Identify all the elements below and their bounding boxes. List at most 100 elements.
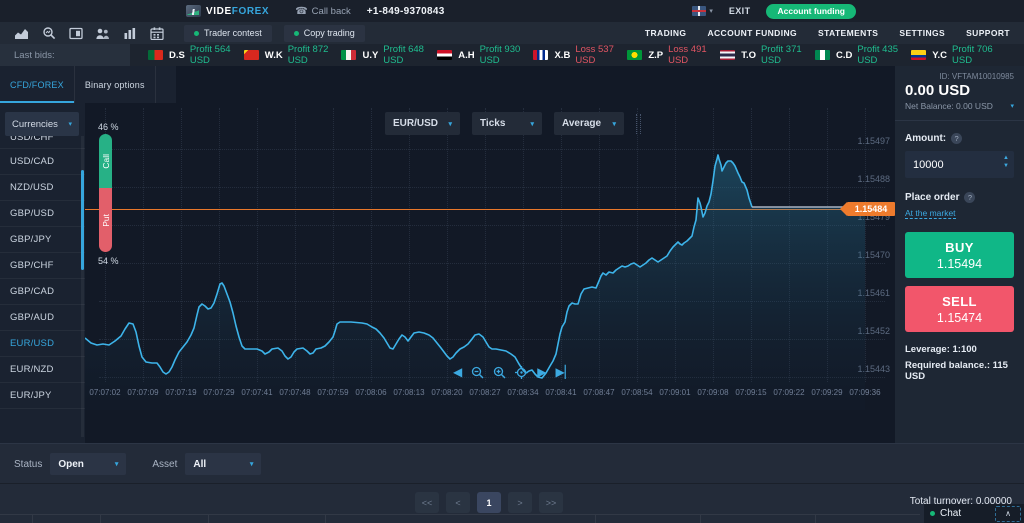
country-flag-icon xyxy=(341,50,356,60)
last-bid-item: Z.PLoss 491 USD xyxy=(627,44,720,66)
sidebar-item-gbp-aud[interactable]: GBP/AUD xyxy=(0,305,85,331)
exit-button[interactable]: EXIT xyxy=(729,6,751,16)
last-bid-item: W.KProfit 872 USD xyxy=(244,44,342,66)
table-column-divider xyxy=(815,515,816,523)
chart-nav-toolbar: ◀ ▶ ▶▏ xyxy=(453,365,574,379)
stepper-up-icon[interactable]: ▲ xyxy=(1003,155,1009,161)
chart-nav-crosshair-icon[interactable] xyxy=(515,366,528,379)
stepper-down-icon[interactable]: ▼ xyxy=(1003,163,1009,169)
asset-filter-select[interactable]: All ▾ xyxy=(185,453,261,475)
interval-select-value: Ticks xyxy=(480,118,505,129)
call-percentage: 46 % xyxy=(98,122,119,132)
currencies-dropdown[interactable]: Currencies ▾ xyxy=(5,112,79,136)
calendar-icon[interactable] xyxy=(149,26,164,40)
tab-binary-options[interactable]: Binary options xyxy=(75,66,156,103)
menu-item-account-funding[interactable]: ACCOUNT FUNDING xyxy=(707,28,797,38)
page-button[interactable]: << xyxy=(415,492,439,513)
bid-initials: C.D xyxy=(836,50,852,61)
sidebar-item-gbp-cad[interactable]: GBP/CAD xyxy=(0,279,85,305)
sidebar-item-eur-jpy[interactable]: EUR/JPY xyxy=(0,383,85,409)
callback-button[interactable]: ☎ Call back xyxy=(295,6,351,17)
menu-item-support[interactable]: SUPPORT xyxy=(966,28,1010,38)
put-gauge-label: Put xyxy=(101,214,111,227)
country-flag-icon xyxy=(437,50,452,60)
call-gauge-segment: Call xyxy=(99,134,112,188)
bid-result: Profit 648 USD xyxy=(383,44,437,66)
pair-label: GBP/USD xyxy=(10,208,54,219)
page-button[interactable]: > xyxy=(508,492,532,513)
bid-initials: Y.C xyxy=(932,50,947,61)
sidebar-item-usd-chf[interactable]: USD/CHF xyxy=(0,136,85,149)
chevron-down-icon[interactable]: ▾ xyxy=(1010,102,1014,110)
overlay-select[interactable]: Average ▾ xyxy=(554,112,624,135)
at-market-link[interactable]: At the market xyxy=(905,208,956,219)
trader-contest-button[interactable]: Trader contest xyxy=(184,25,272,42)
table-column-divider xyxy=(32,515,33,523)
menu-item-settings[interactable]: SETTINGS xyxy=(899,28,945,38)
amount-input[interactable] xyxy=(905,151,1014,178)
brand-logo[interactable]: VIDEFOREX xyxy=(186,5,269,17)
help-icon[interactable]: ? xyxy=(951,133,962,144)
account-funding-button[interactable]: Account funding xyxy=(766,4,856,19)
search-icon[interactable] xyxy=(41,26,56,40)
asset-filter-value: All xyxy=(193,459,206,470)
copy-traders-icon[interactable] xyxy=(95,26,110,40)
brand-name: VIDEFOREX xyxy=(206,6,269,17)
last-bids-bar: Last bids: D.SProfit 564 USDW.KProfit 87… xyxy=(0,44,1024,66)
news-icon[interactable] xyxy=(68,26,83,40)
buy-button[interactable]: BUY 1.15494 xyxy=(905,232,1014,278)
status-filter-select[interactable]: Open ▾ xyxy=(50,453,126,475)
sidebar-item-usd-cad[interactable]: USD/CAD xyxy=(0,149,85,175)
chat-online-dot-icon xyxy=(930,511,935,516)
interval-select[interactable]: Ticks ▾ xyxy=(472,112,542,135)
sidebar-item-eur-usd[interactable]: EUR/USD xyxy=(0,331,85,357)
last-bid-item: X.BLoss 537 USD xyxy=(533,44,627,66)
chat-expand-button[interactable]: ∧ xyxy=(995,506,1021,522)
sidebar-item-gbp-chf[interactable]: GBP/CHF xyxy=(0,253,85,279)
country-flag-icon xyxy=(627,50,642,60)
page-button-current[interactable]: 1 xyxy=(477,492,501,513)
bid-initials: W.K xyxy=(265,50,283,61)
help-icon[interactable]: ? xyxy=(964,192,975,203)
chart-nav-zoom-in-icon[interactable] xyxy=(493,366,506,379)
chart-nav-next-end-icon[interactable]: ▶▏ xyxy=(555,365,573,379)
page-button[interactable]: >> xyxy=(539,492,563,513)
bar-chart-icon[interactable] xyxy=(122,26,137,40)
last-bid-item: U.YProfit 648 USD xyxy=(341,44,437,66)
sidebar-item-gbp-usd[interactable]: GBP/USD xyxy=(0,201,85,227)
tab-cfd-forex[interactable]: CFD/FOREX xyxy=(0,66,75,103)
language-flag-icon[interactable] xyxy=(692,6,706,16)
chart-nav-zoom-out-icon[interactable] xyxy=(471,366,484,379)
table-column-divider xyxy=(208,515,209,523)
copy-trading-button[interactable]: Copy trading xyxy=(284,25,365,42)
sidebar-scrollbar-thumb[interactable] xyxy=(81,170,84,270)
last-bids-label: Last bids: xyxy=(0,44,130,66)
price-chart[interactable]: 1.15484 EUR/USD ▾ Ticks ▾ Average ▾ 46 % xyxy=(85,66,895,443)
table-column-divider xyxy=(325,515,326,523)
language-caret-icon[interactable]: ▾ xyxy=(709,7,713,15)
drag-handle[interactable] xyxy=(636,114,641,134)
menu-item-statements[interactable]: STATEMENTS xyxy=(818,28,878,38)
chart-nav-play-icon[interactable]: ▶ xyxy=(537,365,546,379)
chevron-down-icon: ▾ xyxy=(68,120,72,128)
support-phone[interactable]: +1-849-9370843 xyxy=(367,6,445,17)
account-balance: 0.00 USD xyxy=(905,82,1014,99)
sidebar-item-gbp-jpy[interactable]: GBP/JPY xyxy=(0,227,85,253)
pair-label: NZD/USD xyxy=(10,182,54,193)
menu-item-trading[interactable]: TRADING xyxy=(645,28,687,38)
sell-button[interactable]: SELL 1.15474 xyxy=(905,286,1014,332)
country-flag-icon xyxy=(244,50,259,60)
chevron-down-icon: ▾ xyxy=(115,460,119,468)
top-bar: VIDEFOREX ☎ Call back +1-849-9370843 ▾ E… xyxy=(0,0,1024,22)
buy-price: 1.15494 xyxy=(937,257,982,271)
sidebar-item-eur-nzd[interactable]: EUR/NZD xyxy=(0,357,85,383)
chart-nav-prev-icon[interactable]: ◀ xyxy=(453,365,462,379)
last-bid-item: T.OProfit 371 USD xyxy=(720,44,815,66)
area-chart-icon[interactable] xyxy=(14,26,29,40)
pair-select[interactable]: EUR/USD ▾ xyxy=(385,112,460,135)
chevron-down-icon: ▾ xyxy=(448,120,452,128)
status-filter-value: Open xyxy=(58,459,84,470)
page-button[interactable]: < xyxy=(446,492,470,513)
sidebar-item-nzd-usd[interactable]: NZD/USD xyxy=(0,175,85,201)
brand-chart-icon xyxy=(186,5,201,17)
